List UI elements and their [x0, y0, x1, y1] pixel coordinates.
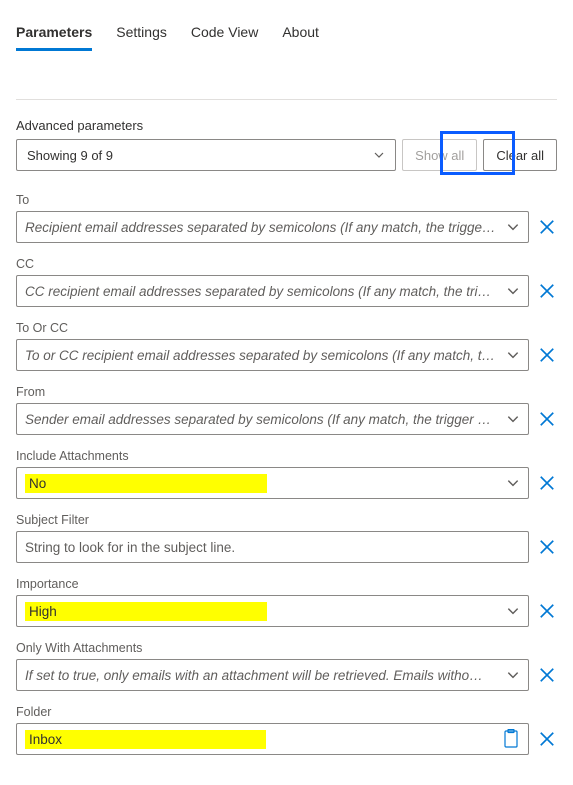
importance-value: High [25, 602, 267, 621]
remove-to-button[interactable] [537, 217, 557, 237]
chevron-down-icon [506, 668, 520, 682]
tab-bar: Parameters Settings Code View About [16, 16, 557, 51]
only-with-attachments-placeholder: If set to true, only emails with an atta… [25, 668, 500, 683]
chevron-down-icon [506, 284, 520, 298]
advanced-parameters-value: Showing 9 of 9 [27, 148, 113, 163]
include-attachments-select[interactable]: No [16, 467, 529, 499]
chevron-down-icon [506, 220, 520, 234]
include-attachments-label: Include Attachments [16, 449, 557, 463]
cc-label: CC [16, 257, 557, 271]
remove-include-attachments-button[interactable] [537, 473, 557, 493]
to-label: To [16, 193, 557, 207]
clear-all-button[interactable]: Clear all [483, 139, 557, 171]
folder-input[interactable]: Inbox [16, 723, 529, 755]
tab-settings[interactable]: Settings [116, 16, 167, 50]
from-label: From [16, 385, 557, 399]
chevron-down-icon [506, 348, 520, 362]
subject-filter-input[interactable]: String to look for in the subject line. [16, 531, 529, 563]
divider [16, 99, 557, 100]
from-input[interactable]: Sender email addresses separated by semi… [16, 403, 529, 435]
to-or-cc-placeholder: To or CC recipient email addresses separ… [25, 348, 500, 363]
only-with-attachments-select[interactable]: If set to true, only emails with an atta… [16, 659, 529, 691]
subject-filter-placeholder: String to look for in the subject line. [25, 540, 520, 555]
folder-label: Folder [16, 705, 557, 719]
folder-value: Inbox [25, 730, 266, 749]
cc-placeholder: CC recipient email addresses separated b… [25, 284, 500, 299]
to-placeholder: Recipient email addresses separated by s… [25, 220, 500, 235]
remove-to-or-cc-button[interactable] [537, 345, 557, 365]
advanced-parameters-label: Advanced parameters [16, 118, 557, 133]
advanced-parameters-dropdown[interactable]: Showing 9 of 9 [16, 139, 396, 171]
remove-only-with-attachments-button[interactable] [537, 665, 557, 685]
include-attachments-value: No [25, 474, 267, 493]
folder-picker-icon[interactable] [504, 729, 520, 749]
remove-importance-button[interactable] [537, 601, 557, 621]
chevron-down-icon [373, 149, 385, 161]
to-or-cc-input[interactable]: To or CC recipient email addresses separ… [16, 339, 529, 371]
subject-filter-label: Subject Filter [16, 513, 557, 527]
only-with-attachments-label: Only With Attachments [16, 641, 557, 655]
to-or-cc-label: To Or CC [16, 321, 557, 335]
cc-input[interactable]: CC recipient email addresses separated b… [16, 275, 529, 307]
tab-code-view[interactable]: Code View [191, 16, 258, 50]
tab-about[interactable]: About [282, 16, 319, 50]
remove-from-button[interactable] [537, 409, 557, 429]
chevron-down-icon [506, 476, 520, 490]
remove-subject-filter-button[interactable] [537, 537, 557, 557]
remove-folder-button[interactable] [537, 729, 557, 749]
importance-select[interactable]: High [16, 595, 529, 627]
tab-parameters[interactable]: Parameters [16, 16, 92, 50]
show-all-button[interactable]: Show all [402, 139, 477, 171]
chevron-down-icon [506, 604, 520, 618]
remove-cc-button[interactable] [537, 281, 557, 301]
chevron-down-icon [506, 412, 520, 426]
to-input[interactable]: Recipient email addresses separated by s… [16, 211, 529, 243]
importance-label: Importance [16, 577, 557, 591]
from-placeholder: Sender email addresses separated by semi… [25, 412, 500, 427]
